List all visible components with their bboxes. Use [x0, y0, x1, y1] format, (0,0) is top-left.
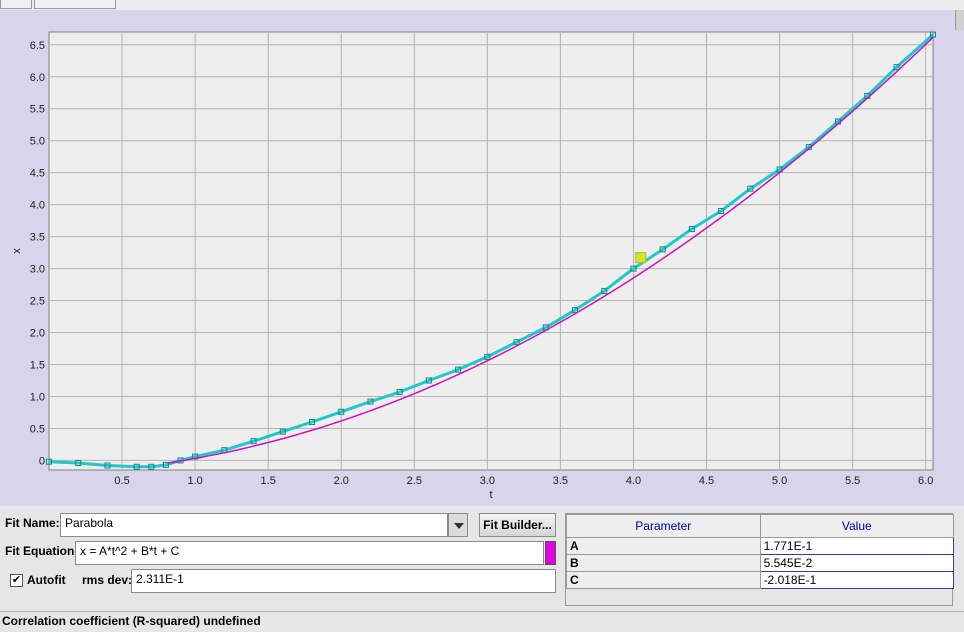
x-tick-label: 4.0 — [626, 475, 641, 487]
param-value[interactable]: 1.771E-1 — [759, 537, 955, 555]
x-tick-label: 2.5 — [407, 475, 422, 487]
y-tick-label: 1.5 — [30, 359, 45, 371]
autofit-label: Autofit — [27, 573, 66, 587]
table-row[interactable]: A 1.771E-1 — [566, 537, 955, 555]
fit-builder-button[interactable]: Fit Builder... — [479, 513, 556, 537]
y-tick-label: 2.5 — [30, 296, 45, 308]
rms-dev-label: rms dev: — [82, 573, 133, 587]
rms-dev-field: 2.311E-1 — [131, 569, 556, 593]
x-tick-label: 6.0 — [918, 475, 933, 487]
fit-name-dropdown-icon[interactable] — [448, 513, 468, 537]
table-row[interactable]: B 5.545E-2 — [566, 554, 955, 572]
status-bar: Correlation coefficient (R-squared) unde… — [0, 611, 964, 632]
x-tick-label: 1.5 — [261, 475, 276, 487]
y-tick-label: 1.0 — [30, 391, 45, 403]
x-tick-label: 5.5 — [845, 475, 860, 487]
x-tick-label: 0.5 — [114, 475, 129, 487]
param-name: C — [566, 571, 761, 589]
fit-equation-field[interactable]: x = A*t^2 + B*t + C — [75, 541, 544, 565]
scroll-right-arrow[interactable] — [955, 10, 964, 30]
x-axis-label: t — [489, 489, 492, 501]
fit-name-select[interactable]: Parabola — [60, 513, 448, 537]
autofit-checkbox[interactable]: ✔ — [10, 574, 23, 587]
param-name: A — [566, 537, 761, 555]
table-row[interactable]: C -2.018E-1 — [566, 571, 955, 589]
y-tick-label: 4.5 — [30, 168, 45, 180]
data-plot[interactable]: 0.5 1.0 1.5 2.0 2.5 3.0 3.5 4.0 4.5 5.0 5.5 6.0 0 0.5… — [0, 10, 964, 506]
y-tick-label: 0.5 — [30, 423, 45, 435]
y-tick-label: 3.5 — [30, 232, 45, 244]
y-tick-label: 3.0 — [30, 264, 45, 276]
x-tick-label: 5.0 — [772, 475, 787, 487]
value-column-header[interactable]: Value — [759, 514, 955, 538]
x-tick-label: 1.0 — [187, 475, 202, 487]
x-tick-label: 2.0 — [334, 475, 349, 487]
toolbar-tab[interactable] — [0, 0, 32, 9]
selected-data-point[interactable] — [635, 252, 647, 264]
fit-name-label: Fit Name: — [5, 516, 60, 530]
y-tick-label: 0 — [39, 455, 45, 467]
y-tick-label: 5.5 — [30, 104, 45, 116]
y-axis-label: x — [11, 248, 23, 254]
parameter-table-panel: Parameter Value A 1.771E-1 B 5.545E-2 C … — [565, 513, 955, 606]
y-tick-label: 6.0 — [30, 72, 45, 84]
status-text: Correlation coefficient (R-squared) unde… — [2, 614, 261, 628]
y-tick-label: 5.0 — [30, 136, 45, 148]
parameter-column-header[interactable]: Parameter — [566, 514, 761, 538]
y-tick-label: 6.5 — [30, 40, 45, 52]
x-tick-label: 3.0 — [480, 475, 495, 487]
param-value[interactable]: -2.018E-1 — [759, 571, 955, 589]
y-tick-label: 2.0 — [30, 328, 45, 340]
plot-panel: 0.5 1.0 1.5 2.0 2.5 3.0 3.5 4.0 4.5 5.0 5.5 6.0 0 0.5… — [0, 10, 964, 506]
x-tick-label: 4.5 — [699, 475, 714, 487]
toolbar-tab[interactable] — [34, 0, 116, 9]
parameter-table[interactable]: Parameter Value A 1.771E-1 B 5.545E-2 C … — [566, 514, 955, 589]
fit-panel: Fit Name: Parabola Fit Builder... Fit Eq… — [0, 510, 562, 608]
fit-equation-label: Fit Equation: — [5, 544, 79, 558]
fit-color-swatch[interactable] — [545, 541, 556, 565]
plot-area[interactable] — [48, 31, 934, 471]
y-tick-label: 4.0 — [30, 200, 45, 212]
param-value[interactable]: 5.545E-2 — [759, 554, 955, 572]
param-name: B — [566, 554, 761, 572]
x-tick-label: 3.5 — [553, 475, 568, 487]
